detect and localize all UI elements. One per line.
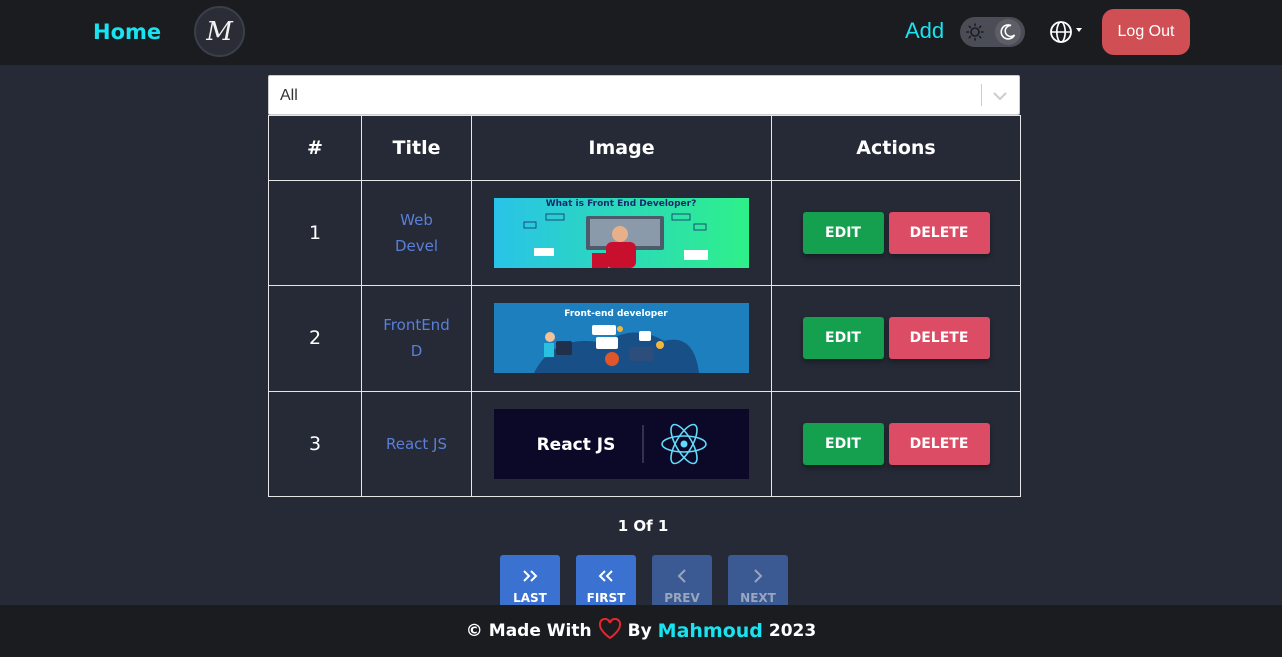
next-page-button[interactable]: NEXT: [728, 555, 788, 605]
logout-button[interactable]: Log Out: [1102, 9, 1190, 55]
edit-button[interactable]: EDIT: [802, 212, 884, 255]
edit-button[interactable]: EDIT: [802, 422, 884, 465]
double-chevron-left-icon: [598, 567, 614, 584]
edit-button[interactable]: EDIT: [802, 317, 884, 360]
row-actions-cell: EDIT DELETE: [771, 390, 1021, 498]
last-page-label: LAST: [513, 591, 547, 605]
header-index: #: [268, 115, 362, 181]
delete-button[interactable]: DELETE: [888, 422, 990, 465]
add-link[interactable]: Add: [905, 18, 944, 44]
thumbnail-caption: Front-end developer: [564, 309, 668, 319]
footer-year: 2023: [768, 621, 817, 641]
globe-icon: [1050, 21, 1072, 43]
row-index: 3: [268, 390, 362, 498]
post-thumbnail: Front-end developer: [494, 303, 749, 374]
moon-icon: [995, 19, 1021, 45]
row-title-cell: Web Devel: [361, 179, 472, 287]
copyright-symbol: ©: [465, 621, 483, 641]
row-title-link[interactable]: FrontEnd D: [362, 312, 471, 364]
row-index: 1: [268, 179, 362, 287]
row-actions-cell: EDIT DELETE: [771, 179, 1021, 287]
chevron-down-icon[interactable]: [990, 86, 1010, 106]
table-header-row: # Title Image Actions: [268, 115, 1021, 181]
post-thumbnail: What is Front End Developer?: [494, 198, 749, 269]
first-page-button[interactable]: FIRST: [576, 555, 636, 605]
next-page-label: NEXT: [740, 591, 776, 605]
footer-author[interactable]: Mahmoud: [658, 620, 763, 642]
table-row: 3 React JS React JS EDIT DELETE: [268, 390, 1021, 498]
header-title: Title: [361, 115, 472, 181]
row-title-link[interactable]: React JS: [362, 431, 471, 457]
theme-toggle[interactable]: [960, 17, 1025, 47]
sun-icon: [964, 21, 986, 43]
select-value: All: [280, 87, 298, 104]
first-page-label: FIRST: [586, 591, 626, 605]
row-title-cell: React JS: [361, 390, 472, 498]
navbar: Home M Add Log Out: [0, 0, 1282, 65]
row-image-cell: Front-end developer: [471, 285, 772, 392]
post-thumbnail: React JS: [494, 408, 749, 479]
table-row: 2 FrontEnd D Front-end developer EDIT DE…: [268, 285, 1021, 392]
thumbnail-caption: What is Front End Developer?: [546, 199, 697, 209]
chevron-right-icon: [753, 567, 763, 584]
row-title-link[interactable]: Web Devel: [362, 207, 471, 259]
last-page-button[interactable]: LAST: [500, 555, 560, 605]
row-image-cell: What is Front End Developer?: [471, 179, 772, 287]
row-index: 2: [268, 285, 362, 392]
double-chevron-right-icon: [522, 567, 538, 584]
footer-by: By: [627, 621, 652, 641]
prev-page-label: PREV: [664, 591, 700, 605]
row-image-cell: React JS: [471, 390, 772, 498]
row-title-cell: FrontEnd D: [361, 285, 472, 392]
delete-button[interactable]: DELETE: [888, 317, 990, 360]
header-actions: Actions: [771, 115, 1021, 181]
category-select[interactable]: All: [268, 75, 1020, 115]
language-dropdown[interactable]: [1049, 19, 1085, 45]
select-separator: [981, 84, 982, 106]
home-link[interactable]: Home: [93, 20, 161, 44]
posts-table: # Title Image Actions 1 Web Devel What i…: [268, 115, 1021, 498]
logo-avatar[interactable]: M: [194, 6, 245, 57]
footer-made-with: Made With: [488, 621, 592, 641]
caret-down-icon: [1076, 28, 1082, 32]
delete-button[interactable]: DELETE: [888, 212, 990, 255]
table-row: 1 Web Devel What is Front End Developer?: [268, 179, 1021, 287]
footer: © Made With By Mahmoud 2023: [0, 605, 1282, 657]
header-image: Image: [471, 115, 772, 181]
page-info: 1 Of 1: [617, 517, 669, 535]
row-actions-cell: EDIT DELETE: [771, 285, 1021, 392]
chevron-left-icon: [677, 567, 687, 584]
thumbnail-caption: React JS: [537, 435, 616, 455]
prev-page-button[interactable]: PREV: [652, 555, 712, 605]
heart-icon: [598, 617, 622, 645]
